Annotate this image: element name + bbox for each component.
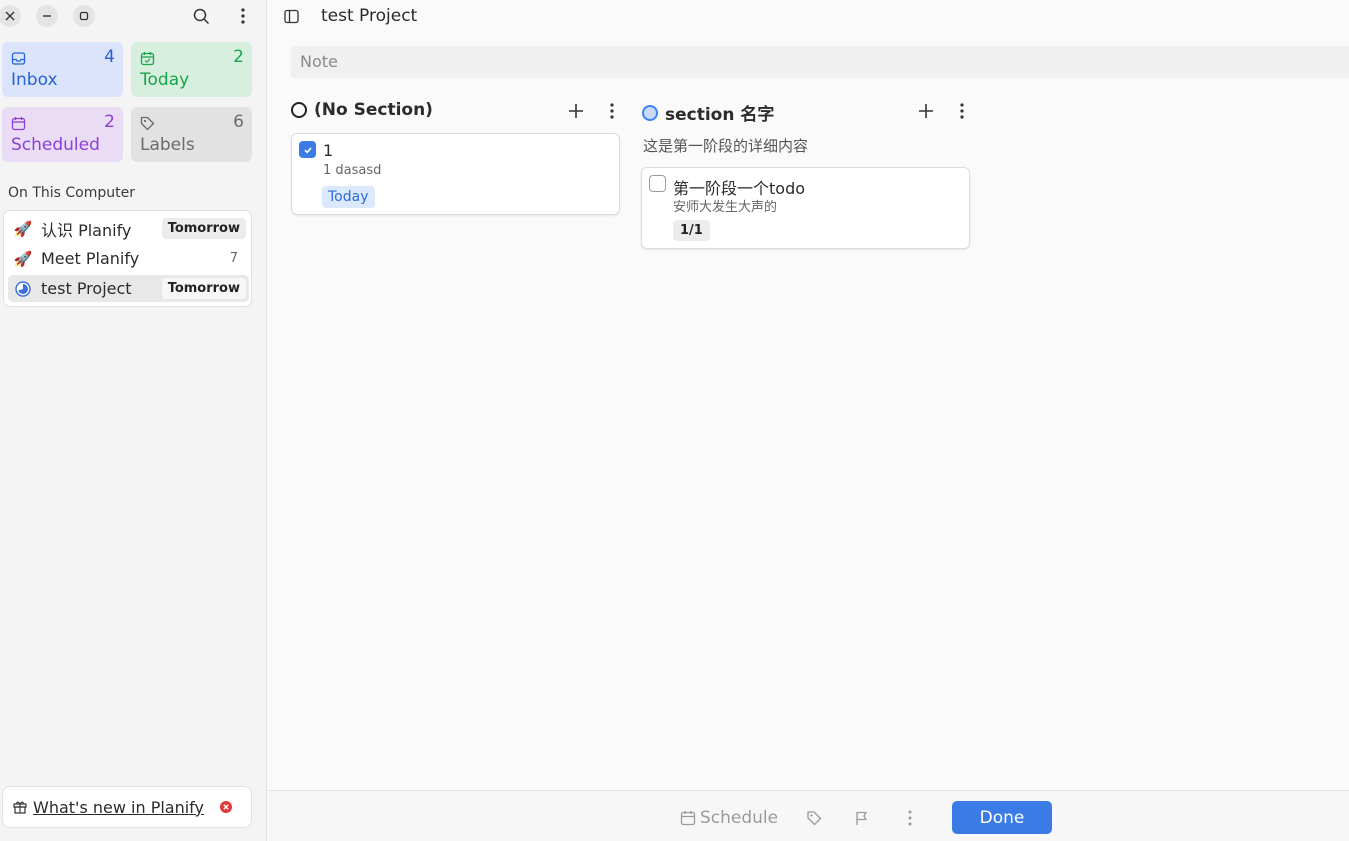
close-circle-icon[interactable] (220, 801, 232, 813)
more-vertical-icon (610, 103, 614, 119)
maximize-icon (79, 11, 89, 21)
section-title: section 名字 (665, 105, 775, 125)
project-name: test Project (41, 279, 132, 298)
section-description: 这是第一阶段的详细内容 (643, 137, 809, 155)
scheduled-tile[interactable]: 2 Scheduled (2, 107, 123, 162)
task-description: 1 dasasd (323, 163, 382, 178)
add-task-button[interactable] (564, 99, 588, 123)
today-label: Today (140, 70, 190, 90)
more-vertical-icon (241, 8, 245, 24)
due-date-badge: Today (322, 186, 375, 208)
task-card[interactable]: 第一阶段一个todo 安师大发生大声的 1/1 (641, 167, 970, 249)
calendar-icon (11, 117, 26, 131)
labels-tile[interactable]: 6 Labels (131, 107, 252, 162)
inbox-label: Inbox (11, 70, 58, 90)
check-icon (303, 146, 312, 153)
sidebar-toggle-icon (283, 9, 299, 23)
sidebar-item-project[interactable]: 🚀 认识 Planify Tomorrow (8, 215, 249, 242)
progress-circle-icon (13, 280, 33, 297)
calendar-icon (680, 811, 696, 826)
section-title: (No Section) (314, 100, 433, 120)
sidebar-section-title: On This Computer (8, 185, 135, 201)
project-list: 🚀 认识 Planify Tomorrow 🚀 Meet Planify 7 t… (3, 210, 252, 307)
today-tile[interactable]: 2 Today (131, 42, 252, 97)
inbox-count: 4 (104, 47, 115, 67)
more-options-button[interactable] (908, 810, 912, 826)
sidebar: 4 Inbox 2 Today 2 Scheduled 6 Labels On … (0, 0, 267, 841)
plus-icon (919, 104, 933, 118)
task-description: 安师大发生大声的 (673, 200, 778, 215)
section-menu-button[interactable] (600, 99, 624, 123)
rocket-icon: 🚀 (13, 249, 33, 268)
inbox-tile[interactable]: 4 Inbox (2, 42, 123, 97)
task-checkbox-checked[interactable] (299, 141, 316, 158)
bottom-action-bar: Schedule Done (268, 790, 1349, 841)
labels-label: Labels (140, 135, 195, 155)
project-name: 认识 Planify (41, 220, 132, 240)
today-count: 2 (233, 47, 244, 67)
gift-icon (13, 801, 27, 814)
task-checkbox[interactable] (649, 175, 666, 192)
section-header-no-section: (No Section) (291, 100, 433, 120)
project-due-badge: Tomorrow (161, 218, 246, 239)
tag-icon (807, 811, 822, 826)
sidebar-item-project[interactable]: 🚀 Meet Planify 7 (8, 245, 249, 272)
project-count: 7 (229, 251, 238, 266)
section-circle-icon (642, 104, 658, 121)
task-card[interactable]: 1 1 dasasd Today (291, 133, 620, 215)
search-icon (193, 8, 209, 24)
more-vertical-icon (960, 103, 964, 119)
done-button[interactable]: Done (952, 801, 1052, 834)
toggle-sidebar-button[interactable] (279, 4, 303, 28)
add-task-button[interactable] (914, 99, 938, 123)
page-title: test Project (321, 6, 418, 26)
whats-new-link[interactable]: What's new in Planify (33, 798, 204, 817)
scheduled-count: 2 (104, 112, 115, 132)
section-circle-icon (291, 102, 307, 118)
flag-icon (856, 811, 867, 825)
maximize-window-button[interactable] (73, 5, 95, 27)
minimize-window-button[interactable] (36, 5, 58, 27)
more-vertical-icon (908, 810, 912, 826)
labels-count: 6 (233, 112, 244, 132)
task-title: 1 (323, 141, 334, 160)
calendar-check-icon (140, 52, 155, 66)
schedule-button[interactable]: Schedule (680, 808, 778, 828)
project-due-badge: Tomorrow (161, 278, 246, 299)
project-name: Meet Planify (41, 249, 140, 268)
close-window-button[interactable] (0, 5, 21, 27)
plus-icon (569, 104, 583, 118)
section-menu-button[interactable] (950, 99, 974, 123)
rocket-icon: 🚀 (13, 219, 33, 238)
minimize-icon (43, 15, 51, 17)
close-icon (5, 11, 15, 21)
tag-icon (140, 116, 155, 131)
note-field[interactable]: Note (291, 46, 1349, 78)
search-button[interactable] (190, 5, 212, 27)
schedule-label: Schedule (700, 808, 779, 828)
section-header: section 名字 (642, 100, 774, 125)
sidebar-item-project-active[interactable]: test Project Tomorrow (8, 275, 249, 302)
labels-button[interactable] (806, 810, 822, 826)
subtask-count-badge: 1/1 (673, 220, 710, 241)
priority-button[interactable] (854, 810, 870, 826)
inbox-icon (11, 52, 26, 65)
sidebar-menu-button[interactable] (232, 5, 254, 27)
scheduled-label: Scheduled (11, 135, 100, 155)
whats-new-banner[interactable]: What's new in Planify (2, 786, 252, 828)
main-content: test Project Note (No Section) 1 1 dasas… (268, 0, 1349, 841)
